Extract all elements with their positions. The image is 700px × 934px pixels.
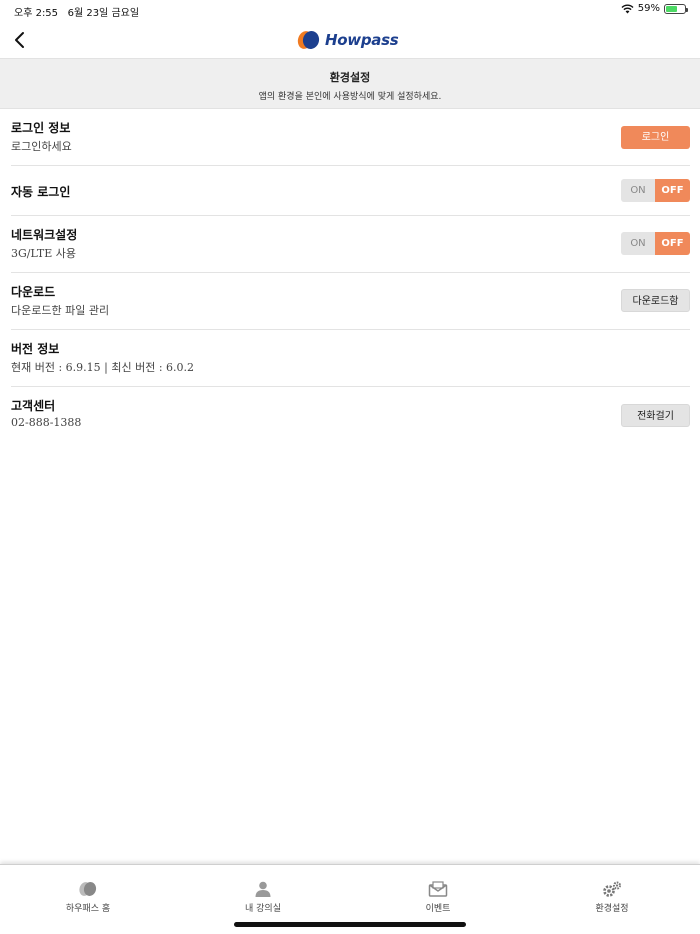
setting-row-version: 버전 정보 현재 버전 : 6.9.15 | 최신 버전 : 6.0.2 xyxy=(11,330,690,387)
setting-label: 로그인 정보 xyxy=(11,121,71,135)
toggle-off[interactable]: OFF xyxy=(655,232,690,255)
setting-label: 다운로드 xyxy=(11,285,56,299)
tab-my-classroom[interactable]: 내 강의실 xyxy=(203,881,323,914)
setting-desc: 다운로드한 파일 관리 xyxy=(11,304,110,317)
tab-label: 내 강의실 xyxy=(245,904,281,914)
page-subtitle: 앱의 환경을 본인에 사용방식에 맞게 설정하세요. xyxy=(258,92,442,102)
app-header: Howpass xyxy=(0,22,700,58)
setting-row-support: 고객센터 02-888-1388 전화걸기 xyxy=(11,387,690,444)
wifi-icon xyxy=(621,4,634,13)
setting-desc: 현재 버전 : 6.9.15 | 최신 버전 : 6.0.2 xyxy=(11,361,195,374)
setting-desc: 3G/LTE 사용 xyxy=(11,247,77,260)
page-title: 환경설정 xyxy=(329,71,371,84)
toggle-off[interactable]: OFF xyxy=(655,179,690,202)
setting-row-download: 다운로드 다운로드한 파일 관리 다운로드함 xyxy=(11,273,690,330)
tab-howpass-home[interactable]: 하우패스 홈 xyxy=(28,881,148,914)
battery-fill xyxy=(666,5,677,12)
tab-events[interactable]: 이벤트 xyxy=(378,881,498,914)
network-toggle[interactable]: ON OFF xyxy=(621,232,690,255)
setting-row-network: 네트워크설정 3G/LTE 사용 ON OFF xyxy=(11,216,690,273)
chevron-left-icon xyxy=(15,32,24,48)
tab-label: 이벤트 xyxy=(425,904,451,914)
toggle-on[interactable]: ON xyxy=(621,179,655,202)
tab-settings[interactable]: 환경설정 xyxy=(552,881,672,914)
envelope-icon xyxy=(428,881,448,897)
battery-percent: 59% xyxy=(637,3,660,14)
downloads-button[interactable]: 다운로드함 xyxy=(621,289,690,312)
login-button[interactable]: 로그인 xyxy=(621,126,690,149)
setting-label: 고객센터 xyxy=(11,399,56,413)
tab-label: 하우패스 홈 xyxy=(65,904,111,914)
status-bar: 오후 2:55 6월 23일 금요일 59% xyxy=(0,0,700,20)
setting-label: 버전 정보 xyxy=(11,342,60,356)
howpass-home-icon xyxy=(79,882,97,896)
home-indicator[interactable] xyxy=(234,922,466,927)
status-date: 6월 23일 금요일 xyxy=(67,8,140,19)
howpass-logo: Howpass xyxy=(296,30,399,50)
back-button[interactable] xyxy=(8,28,32,52)
gears-icon xyxy=(603,881,621,897)
logo-text: Howpass xyxy=(325,31,399,49)
page-banner: 환경설정 앱의 환경을 본인에 사용방식에 맞게 설정하세요. xyxy=(0,58,700,109)
settings-list: 로그인 정보 로그인하세요 로그인 자동 로그인 ON OFF 네트워크설정 3… xyxy=(11,109,690,444)
setting-label: 자동 로그인 xyxy=(11,185,71,199)
setting-row-auto-login: 자동 로그인 ON OFF xyxy=(11,166,690,216)
setting-desc: 02-888-1388 xyxy=(11,416,82,429)
setting-row-login: 로그인 정보 로그인하세요 로그인 xyxy=(11,109,690,166)
call-button[interactable]: 전화걸기 xyxy=(621,404,690,427)
battery-icon xyxy=(664,3,688,14)
howpass-logo-icon xyxy=(297,31,320,49)
auto-login-toggle[interactable]: ON OFF xyxy=(621,179,690,202)
setting-desc: 로그인하세요 xyxy=(11,140,72,153)
setting-label: 네트워크설정 xyxy=(11,228,78,242)
status-right: 59% xyxy=(621,3,688,14)
status-time: 오후 2:55 xyxy=(14,8,59,19)
toggle-on[interactable]: ON xyxy=(621,232,655,255)
status-time-date: 오후 2:55 6월 23일 금요일 xyxy=(14,4,139,19)
person-icon xyxy=(255,881,271,897)
tab-label: 환경설정 xyxy=(595,904,629,914)
